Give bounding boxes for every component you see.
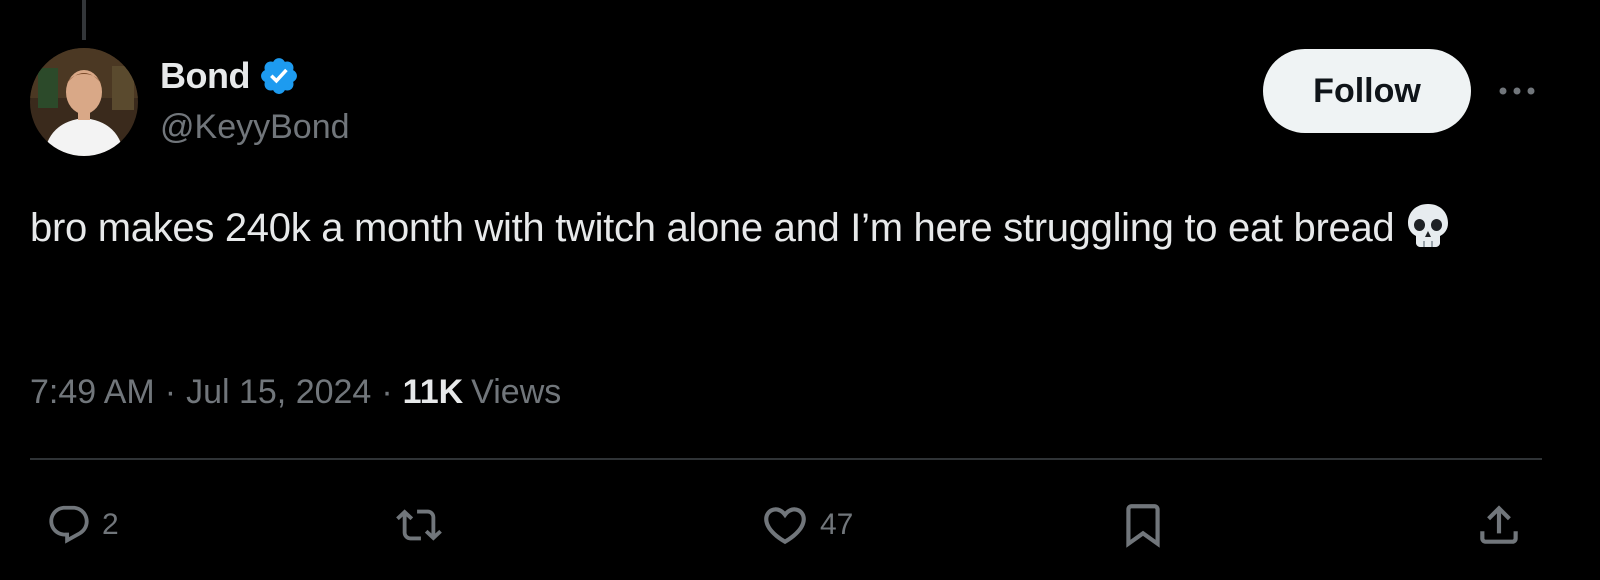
tweet-metadata: 7:49 AM · Jul 15, 2024 · 11K Views — [30, 364, 561, 420]
retweet-button[interactable] — [396, 498, 452, 552]
tweet-time[interactable]: 7:49 AM — [30, 373, 155, 412]
skull-emoji-icon — [1404, 201, 1452, 249]
divider — [30, 458, 1542, 460]
like-button[interactable]: 47 — [760, 498, 853, 552]
bookmark-icon — [1126, 504, 1160, 548]
thread-connector-line — [82, 0, 86, 40]
author-handle[interactable]: @KeyyBond — [160, 108, 350, 147]
reply-count: 2 — [102, 508, 119, 541]
reply-button[interactable]: 2 — [46, 498, 119, 552]
retweet-icon — [396, 509, 442, 541]
heart-icon — [764, 507, 806, 545]
meta-separator: · — [164, 372, 177, 411]
tweet-text: bro makes 240k a month with twitch alone… — [30, 196, 1550, 260]
avatar-image — [30, 48, 138, 156]
meta-separator: · — [381, 372, 393, 411]
share-icon — [1480, 505, 1518, 544]
follow-button[interactable]: Follow — [1263, 49, 1471, 133]
tweet-text-body: bro makes 240k a month with twitch alone… — [30, 206, 1395, 250]
like-count: 47 — [820, 508, 854, 541]
author-display-name[interactable]: Bond — [160, 55, 250, 97]
author-name-row[interactable]: Bond — [160, 54, 300, 98]
avatar[interactable] — [30, 48, 138, 156]
more-horizontal-icon[interactable] — [1494, 76, 1540, 106]
views-label: Views — [471, 372, 562, 411]
verified-badge-icon — [258, 55, 300, 97]
share-button[interactable] — [1474, 498, 1524, 552]
reply-icon — [49, 505, 89, 544]
tweet-date[interactable]: Jul 15, 2024 — [186, 373, 371, 412]
bookmark-button[interactable] — [1118, 498, 1168, 552]
views-count: 11K — [402, 372, 464, 411]
